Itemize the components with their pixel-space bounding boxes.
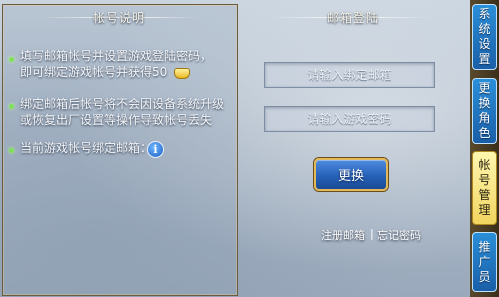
tab-promoter[interactable]: 推 广 员 — [472, 232, 497, 292]
tab-char: 员 — [478, 269, 491, 284]
tab-char: 换 — [478, 96, 491, 110]
tab-system-settings[interactable]: 系 统 设 置 — [472, 4, 497, 70]
tab-char: 广 — [478, 254, 491, 269]
info-item-1-line-1: 填写邮箱帐号并设置游戏登陆密码， — [20, 49, 213, 63]
tab-char: 帐 — [478, 158, 491, 172]
tab-char: 置 — [478, 52, 491, 66]
bound-email-label: 当前游戏帐号绑定邮箱： — [20, 141, 153, 155]
bullet-icon — [9, 104, 14, 109]
tab-char: 理 — [478, 203, 491, 217]
tab-char: 色 — [478, 126, 491, 140]
bullet-icon — [9, 57, 14, 62]
tab-char: 统 — [478, 22, 491, 36]
tab-account-management[interactable]: 帐 号 管 理 — [472, 151, 497, 225]
tab-char: 设 — [478, 37, 491, 51]
change-button[interactable]: 更换 — [314, 158, 388, 191]
email-field[interactable] — [264, 62, 435, 88]
tab-change-character[interactable]: 更 换 角 色 — [472, 78, 497, 144]
register-email-link[interactable]: 注册邮箱 — [321, 227, 365, 243]
tab-char: 推 — [478, 239, 491, 254]
password-input[interactable] — [265, 107, 434, 131]
gold-ingot-icon — [174, 68, 190, 79]
forgot-password-link[interactable]: 忘记密码 — [377, 227, 421, 243]
info-item-2-line-1: 绑定邮箱后帐号将不会因设备系统升级 — [20, 97, 225, 111]
tab-char: 角 — [478, 111, 491, 125]
tab-char: 号 — [478, 173, 491, 187]
tab-char: 系 — [478, 7, 491, 21]
tab-char: 更 — [478, 81, 491, 95]
tab-char: 管 — [478, 188, 491, 202]
password-field[interactable] — [264, 106, 435, 132]
email-login-title: 邮箱登陆 — [327, 11, 380, 25]
info-item-1-line-2: 即可绑定游戏帐号并获得50 — [20, 65, 168, 79]
bullet-icon — [9, 148, 14, 153]
link-separator: | — [370, 227, 374, 240]
email-input[interactable] — [265, 63, 434, 87]
info-item-2-line-2: 或恢复出厂设置等操作导致帐号丢失 — [20, 113, 213, 127]
info-icon[interactable]: i — [147, 141, 164, 158]
account-info-title: 帐号说明 — [93, 11, 146, 25]
